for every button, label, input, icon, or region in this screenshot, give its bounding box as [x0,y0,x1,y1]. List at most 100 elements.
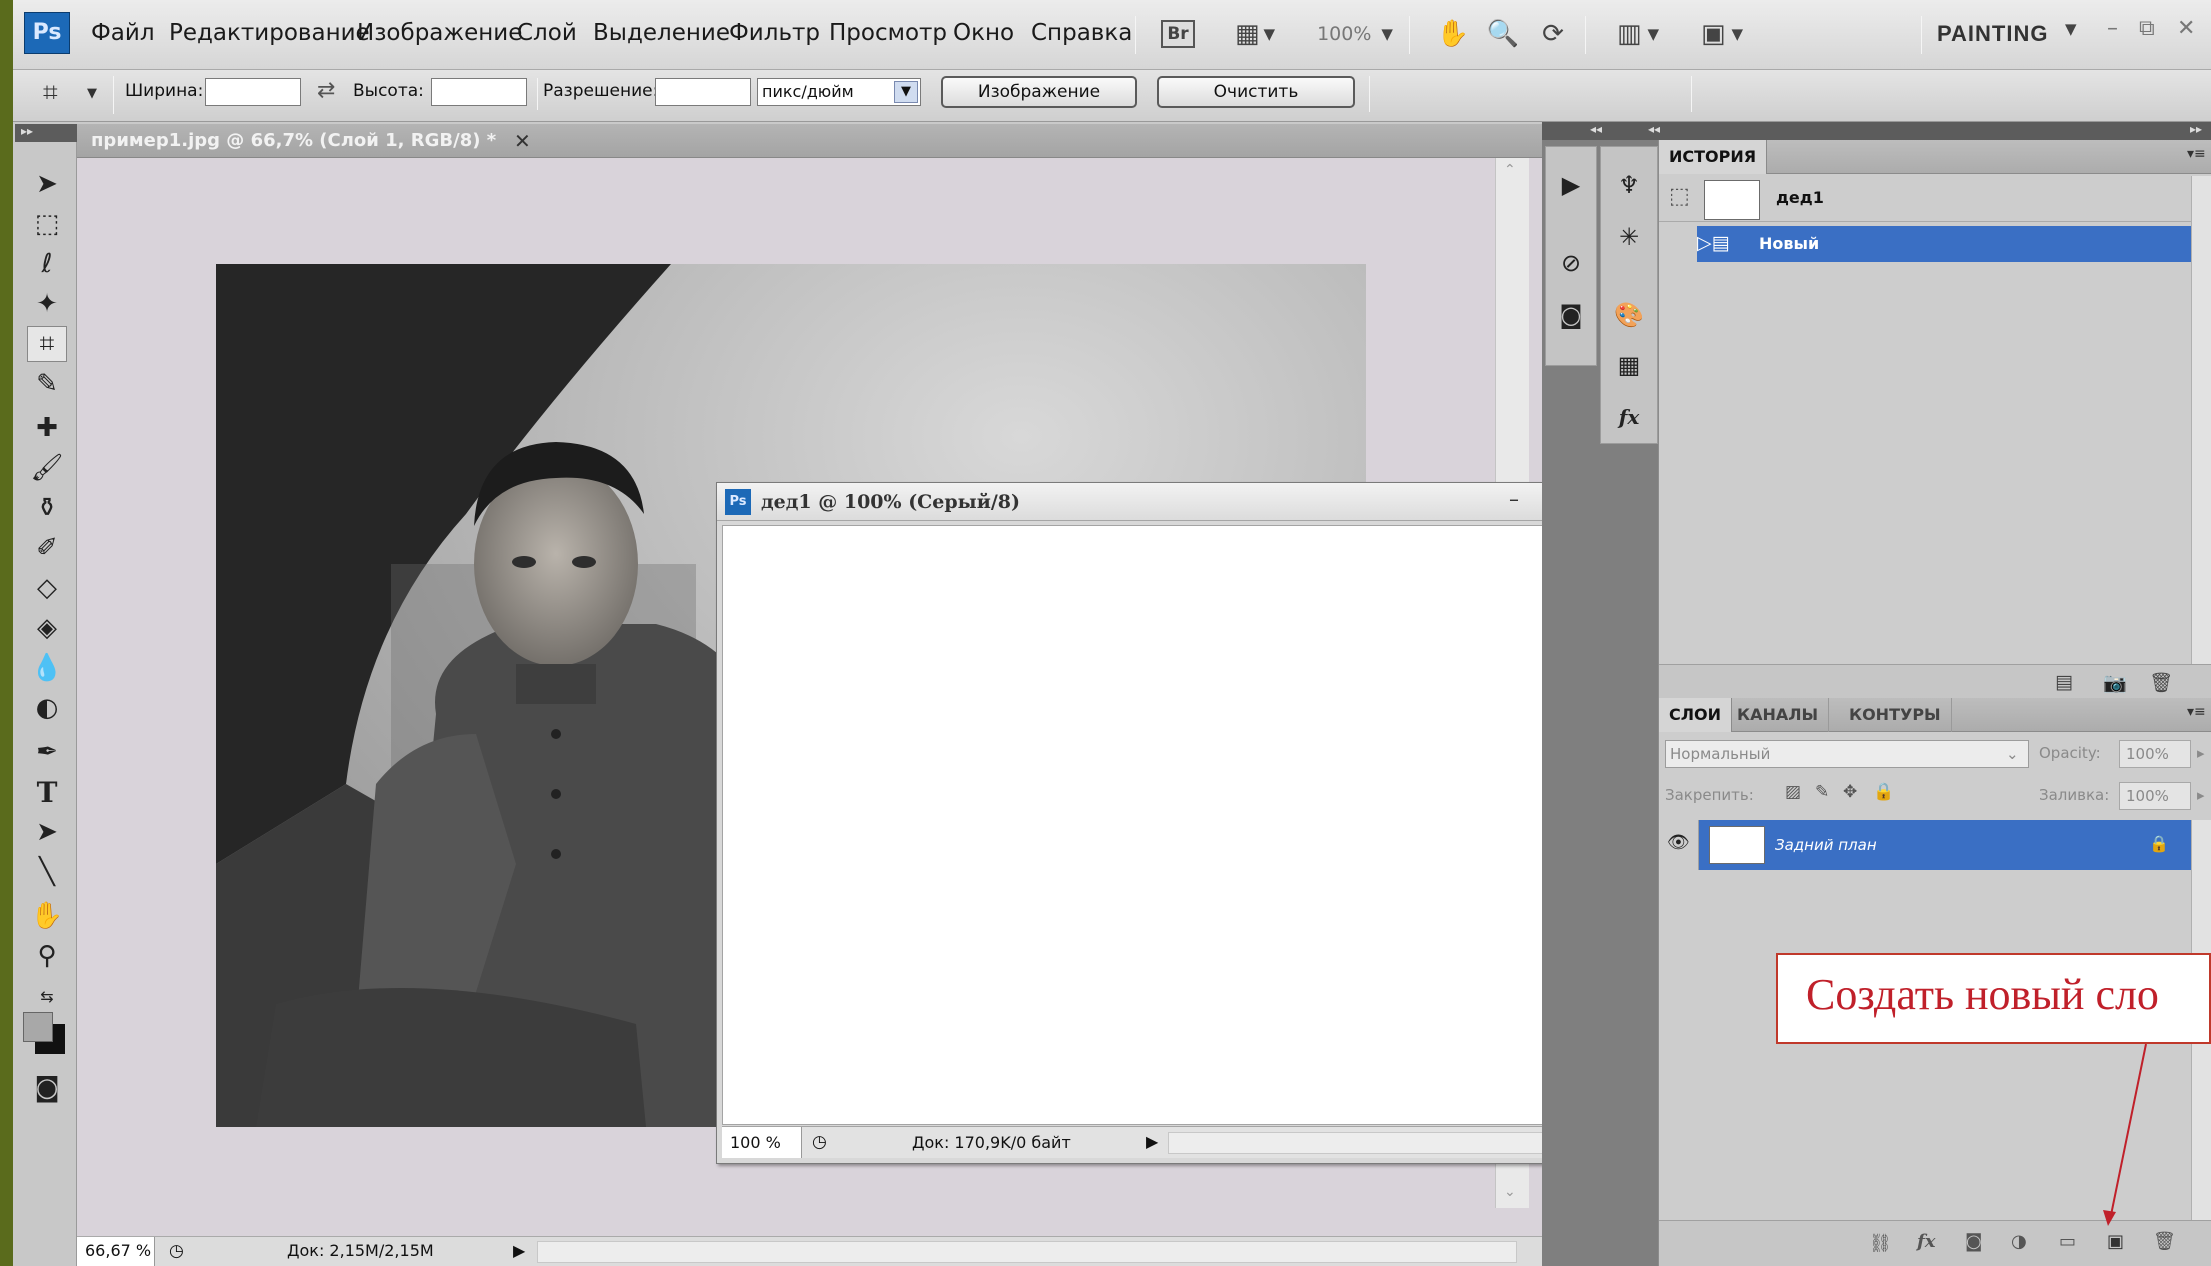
dodge-tool-icon[interactable]: ◐ [27,690,67,726]
menu-help[interactable]: Справка [1031,20,1132,46]
menu-edit[interactable]: Редактирование [169,20,370,46]
quick-mask-icon[interactable]: ◙ [27,1070,67,1106]
styles-panel-icon[interactable]: fx [1608,397,1650,437]
healing-brush-icon[interactable]: ✚ [27,410,67,446]
scroll-up-icon[interactable]: ⌃ [1504,162,1516,178]
clone-stamp-icon[interactable]: ⚱ [27,490,67,526]
document-tab[interactable]: пример1.jpg @ 66,7% (Слой 1, RGB/8) * ✕ [77,124,1542,158]
tab-layers[interactable]: СЛОИ [1659,698,1733,732]
history-snapshot[interactable]: ⬚ дед1 [1659,176,2191,222]
swatches-panel-icon[interactable]: ▦ [1608,345,1650,385]
marquee-tool-icon[interactable]: ⬚ [27,206,67,242]
expand-panels-icon[interactable]: ▸▸ [2190,122,2202,136]
swap-icon[interactable]: ⇄ [317,78,335,103]
floating-window-titlebar[interactable]: Ps дед1 @ 100% (Серый/8) – ☐ ✕ [717,483,1619,521]
width-field[interactable] [205,78,301,106]
panel-menu-icon[interactable]: ▾≡ [2187,704,2206,720]
minimize-icon[interactable]: – [1509,487,1519,511]
add-mask-icon[interactable]: ◙ [1965,1231,1982,1252]
menu-filter[interactable]: Фильтр [729,20,820,46]
zoom-tool-icon[interactable]: ⚲ [27,938,67,974]
actions-panel-icon[interactable]: ▶ [1550,165,1592,205]
layer-row-background[interactable]: 👁 Задний план 🔒 [1659,820,2191,870]
type-tool-icon[interactable]: T [27,774,67,810]
workspace-switcher[interactable]: PAINTING [1937,21,2048,47]
menu-file[interactable]: Файл [91,20,155,46]
rotate-view-button[interactable]: ⟳ [1533,14,1573,54]
chevron-right-icon[interactable]: ▸ [2197,744,2205,762]
collapse-left-icon[interactable]: ◂◂ [1648,122,1660,136]
image-button[interactable]: Изображение [941,76,1137,108]
new-layer-icon[interactable]: ▣ [2107,1231,2124,1252]
hand-tool-icon[interactable]: ✋ [27,898,67,934]
pen-tool-icon[interactable]: ✒ [27,734,67,770]
crop-tool-icon[interactable]: ⌗ [27,326,67,362]
arrange-documents-button[interactable]: ▥ ▼ [1605,14,1671,54]
resolution-unit-select[interactable]: пикс/дюйм ▼ [757,78,921,106]
floating-horizontal-scrollbar[interactable] [1168,1132,1580,1154]
clear-button[interactable]: Очистить [1157,76,1355,108]
fill-field[interactable]: 100% [2119,782,2191,810]
color-palette-icon[interactable]: 🎨 [1608,295,1650,335]
lock-transparency-icon[interactable]: ▨ [1785,782,1801,802]
lock-pixels-icon[interactable]: ✎ [1815,782,1829,802]
floating-document-canvas[interactable] [722,525,1590,1125]
status-preview-icon[interactable]: ◷ [169,1241,184,1261]
eraser-icon[interactable]: ◇ [27,570,67,606]
delete-state-icon[interactable]: 🗑 [2149,671,2173,694]
brush-preset-panel-icon[interactable]: ⊘ [1550,243,1592,283]
scroll-down-icon[interactable]: ⌄ [1504,1184,1516,1200]
opacity-field[interactable]: 100% [2119,740,2191,768]
move-tool-icon[interactable]: ➤ [27,166,67,202]
menu-image[interactable]: Изображение [357,20,522,46]
lock-all-icon[interactable]: 🔒 [1873,782,1894,802]
swap-colors-icon[interactable]: ⇆ [27,978,67,1014]
toolbox-collapse-icon[interactable]: ▸▸ [15,124,77,142]
link-layers-icon[interactable]: ⛓ [1869,1233,1892,1254]
zoom-level-select[interactable]: 100% ▼ [1307,14,1403,54]
chevron-down-icon[interactable]: ▼ [87,86,97,101]
height-field[interactable] [431,78,527,106]
screen-mode-button[interactable]: ▣ ▼ [1689,14,1755,54]
resolution-field[interactable] [655,78,751,106]
history-brush-source-icon[interactable]: ⬚ [1669,184,1690,209]
history-brush-icon[interactable]: ✐ [27,530,67,566]
tool-presets-icon[interactable]: ♆ [1608,165,1650,205]
new-snapshot-icon[interactable]: 📷 [2103,671,2127,694]
tab-history[interactable]: ИСТОРИЯ [1659,140,1768,174]
workspace-chevron-icon[interactable]: ▼ [2065,20,2077,38]
close-tab-icon[interactable]: ✕ [514,129,531,153]
menu-select[interactable]: Выделение [593,20,730,46]
zoom-level-field[interactable]: 66,67 % [85,1241,151,1260]
hand-tool-button[interactable]: ✋ [1433,14,1473,54]
close-icon[interactable]: ✕ [2177,16,2195,41]
lock-position-icon[interactable]: ✥ [1843,782,1857,802]
blur-tool-icon[interactable]: 💧 [27,650,67,686]
restore-icon[interactable]: ⧉ [2139,16,2155,41]
history-scrollbar[interactable] [2191,176,2211,664]
floating-zoom-field[interactable]: 100 % [730,1133,781,1152]
panel-menu-icon[interactable]: ▾≡ [2187,146,2206,162]
blend-mode-select[interactable]: Нормальный ⌄ [1665,740,2029,768]
tab-paths[interactable]: КОНТУРЫ [1839,698,1952,732]
line-tool-icon[interactable]: ╲ [27,854,67,890]
delete-layer-icon[interactable]: 🗑 [2153,1231,2176,1252]
magic-wand-icon[interactable]: ✦ [27,286,67,322]
menu-window[interactable]: Окно [953,20,1014,46]
status-menu-arrow-icon[interactable]: ▶ [1146,1132,1158,1151]
foreground-color-swatch[interactable] [23,1012,53,1042]
path-selection-icon[interactable]: ➤ [27,814,67,850]
adjustment-layer-icon[interactable]: ◑ [2011,1231,2027,1252]
status-preview-icon[interactable]: ◷ [812,1132,827,1152]
menu-view[interactable]: Просмотр [829,20,947,46]
history-state-selected[interactable]: ▷▤ Новый [1659,226,2191,262]
collapse-left-icon[interactable]: ◂◂ [1590,122,1602,136]
lasso-tool-icon[interactable]: ℓ [27,246,67,282]
layer-style-icon[interactable]: fx [1917,1231,1935,1252]
status-menu-arrow-icon[interactable]: ▶ [513,1241,525,1260]
brush-tool-icon[interactable]: 🖌 [27,450,67,486]
mask-panel-icon[interactable]: ◙ [1550,295,1592,335]
paint-bucket-icon[interactable]: ◈ [27,610,67,646]
tab-channels[interactable]: КАНАЛЫ [1727,698,1830,732]
minimize-icon[interactable]: – [2107,16,2118,41]
